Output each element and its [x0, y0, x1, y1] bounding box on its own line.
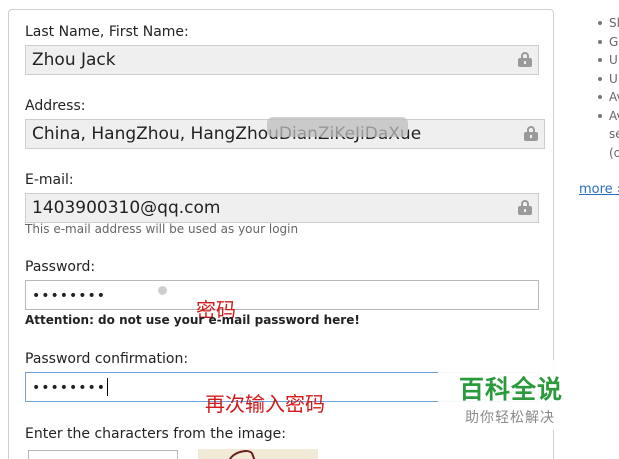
name-value: Zhou Jack — [32, 50, 116, 70]
password-field[interactable]: •••••••• — [25, 280, 539, 310]
sidebar-item: G — [596, 33, 619, 52]
password-confirm-annotation: 再次输入密码 — [205, 392, 325, 416]
sidebar-item: U — [596, 51, 619, 70]
sidebar-item: Av — [596, 107, 619, 126]
email-field[interactable]: 1403900310@qq.com — [25, 193, 539, 223]
sidebar-item: Av — [596, 88, 619, 107]
sidebar-list: Sl G U U Av Av se (c — [596, 14, 619, 162]
sidebar-item: se — [609, 127, 619, 141]
captcha-label: Enter the characters from the image: — [25, 426, 287, 442]
captcha-input[interactable] — [28, 450, 178, 459]
name-label: Last Name, First Name: — [25, 24, 189, 40]
password-value: •••••••• — [32, 288, 107, 304]
address-label: Address: — [25, 98, 86, 114]
sidebar-item: Sl — [596, 14, 619, 33]
password-confirm-value: •••••••• — [32, 380, 107, 396]
email-label: E-mail: — [25, 172, 74, 188]
more-link[interactable]: more › — [579, 182, 619, 197]
sidebar-item: (c — [609, 145, 619, 160]
password-confirm-label: Password confirmation: — [25, 351, 189, 367]
lock-icon — [518, 200, 532, 215]
password-warning: Attention: do not use your e-mail passwo… — [25, 313, 360, 327]
watermark-title: 百科全说 — [459, 375, 564, 404]
lock-icon — [524, 126, 538, 141]
email-hint: This e-mail address will be used as your… — [25, 222, 299, 236]
cursor-dot — [158, 286, 167, 295]
captcha-image — [198, 449, 318, 459]
name-field[interactable]: Zhou Jack — [25, 45, 539, 75]
email-value: 1403900310@qq.com — [32, 198, 221, 218]
sidebar-item: U — [596, 70, 619, 89]
text-caret — [107, 378, 109, 396]
lock-icon — [518, 52, 532, 67]
password-label: Password: — [25, 259, 96, 275]
redaction-blur — [267, 117, 408, 137]
watermark-subtitle: 助你轻松解决 — [465, 410, 555, 426]
